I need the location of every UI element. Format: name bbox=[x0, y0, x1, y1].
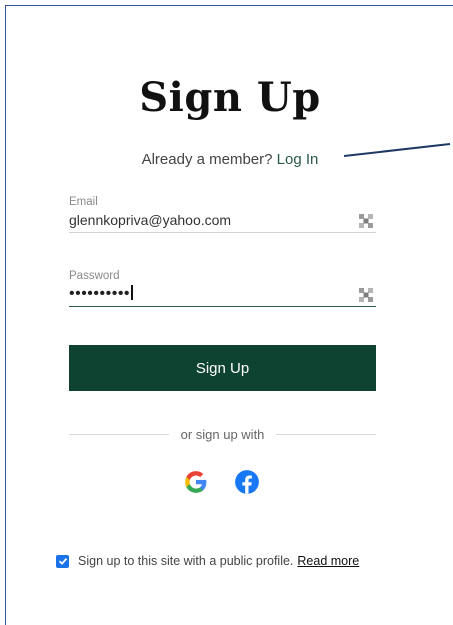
public-profile-consent: Sign up to this site with a public profi… bbox=[56, 554, 359, 568]
password-field: Password •••••••••• bbox=[69, 270, 376, 307]
consent-text: Sign up to this site with a public profi… bbox=[78, 554, 294, 568]
password-manager-icon[interactable] bbox=[358, 287, 374, 303]
check-icon bbox=[58, 557, 67, 565]
email-label: Email bbox=[69, 196, 98, 208]
annotation-pointer-line bbox=[344, 143, 451, 157]
page-title: Sign Up bbox=[139, 74, 321, 121]
page-frame: Sign Up Already a member? Log In Email g… bbox=[5, 5, 453, 625]
email-input[interactable]: glennkopriva@yahoo.com bbox=[69, 211, 376, 233]
read-more-link[interactable]: Read more bbox=[297, 554, 359, 568]
divider-line-right bbox=[276, 434, 377, 435]
password-label: Password bbox=[69, 270, 120, 282]
public-profile-checkbox[interactable] bbox=[56, 554, 69, 568]
login-link[interactable]: Log In bbox=[277, 151, 319, 168]
email-field: Email glennkopriva@yahoo.com bbox=[69, 196, 376, 233]
password-manager-icon[interactable] bbox=[358, 213, 374, 229]
email-value: glennkopriva@yahoo.com bbox=[69, 212, 232, 228]
sign-up-button[interactable]: Sign Up bbox=[69, 345, 376, 391]
google-icon[interactable] bbox=[183, 469, 209, 495]
divider-text: or sign up with bbox=[180, 427, 265, 442]
divider-line-left bbox=[69, 434, 169, 435]
social-divider: or sign up with bbox=[69, 427, 377, 442]
login-prompt-text: Already a member? bbox=[141, 151, 273, 168]
facebook-icon[interactable] bbox=[234, 469, 260, 495]
password-value: •••••••••• bbox=[69, 285, 131, 302]
text-caret bbox=[131, 285, 133, 300]
password-input[interactable]: •••••••••• bbox=[69, 285, 376, 307]
